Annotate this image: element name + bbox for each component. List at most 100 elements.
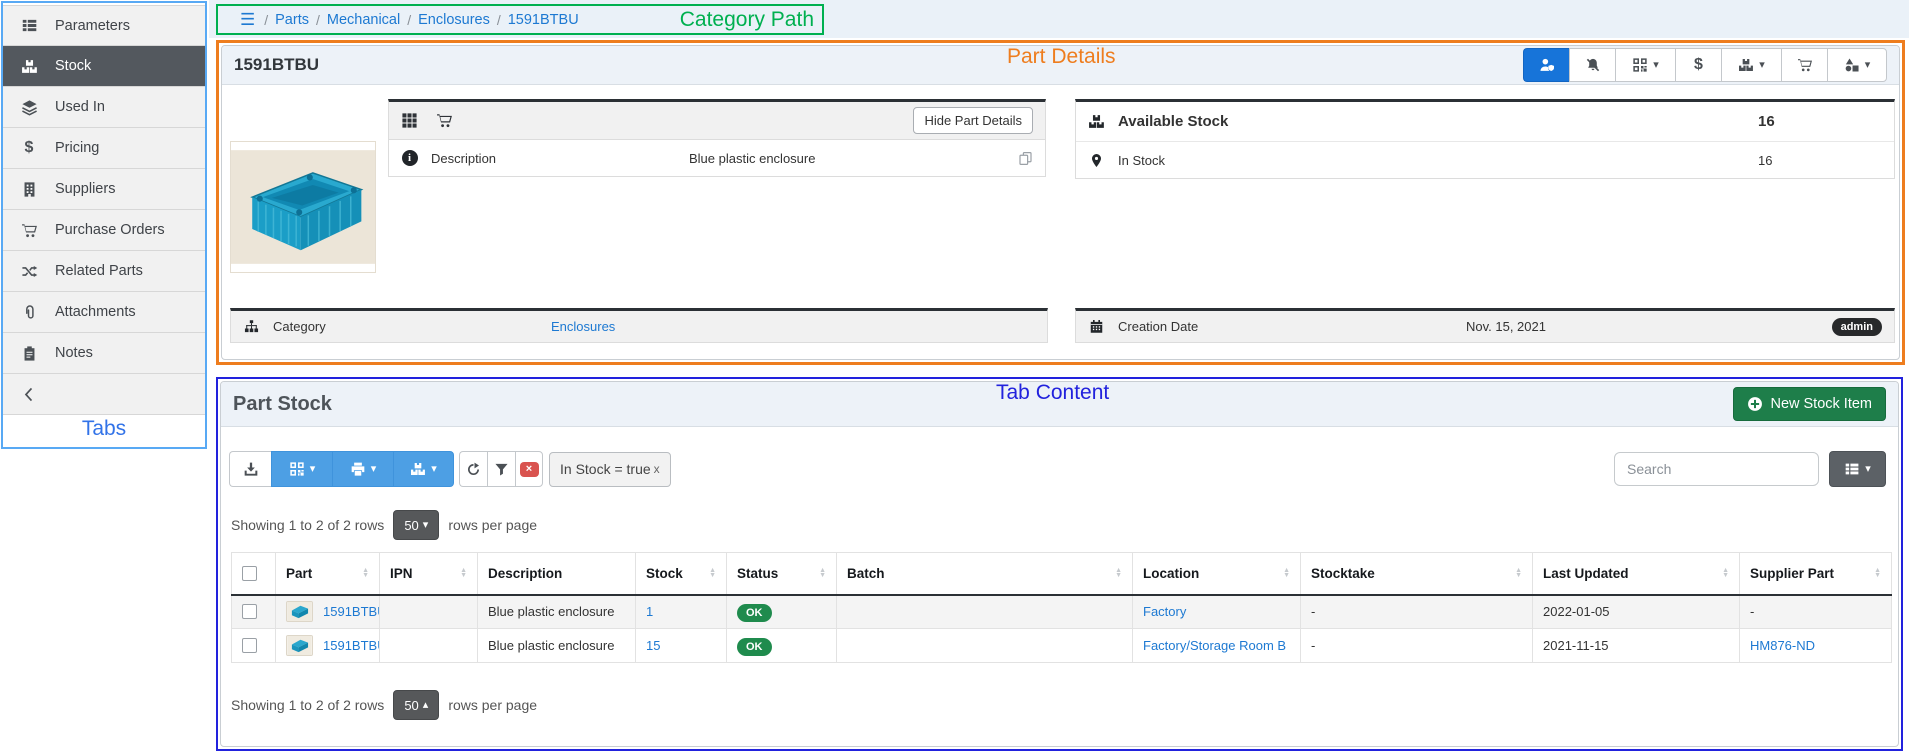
unsubscribe-notifications-button[interactable]: [1569, 48, 1615, 82]
printer-icon: [350, 461, 366, 477]
sidebar-item-stock[interactable]: Stock: [3, 46, 205, 87]
caret-down-icon: ▾: [371, 464, 377, 475]
sidebar-item-suppliers[interactable]: Suppliers: [3, 169, 205, 210]
cart-icon: [1797, 57, 1813, 73]
info-circle-icon: i: [401, 150, 418, 166]
sort-icon: [1515, 568, 1522, 579]
description-cell: Blue plastic enclosure: [478, 595, 636, 629]
sidebar-item-related-parts[interactable]: Related Parts: [3, 251, 205, 292]
location-link[interactable]: Factory: [1143, 604, 1186, 619]
th-list-icon: [3, 17, 55, 34]
sort-icon: [1874, 568, 1881, 579]
category-path-annotation-label: Category Path: [680, 8, 822, 32]
column-header-location[interactable]: Location: [1133, 553, 1301, 595]
available-stock-label: Available Stock: [1118, 113, 1228, 130]
clear-filters-button[interactable]: ×: [515, 451, 543, 487]
column-header-status[interactable]: Status: [727, 553, 837, 595]
sort-icon: [819, 568, 826, 579]
available-stock-value: 16: [1758, 113, 1775, 130]
breadcrumb-link-enclosures[interactable]: Enclosures: [418, 12, 490, 28]
column-header-stocktake[interactable]: Stocktake: [1301, 553, 1533, 595]
sidebar-item-pricing[interactable]: $ Pricing: [3, 128, 205, 169]
last-updated-cell: 2022-01-05: [1533, 595, 1740, 629]
qrcode-icon: [289, 461, 305, 477]
tab-content-annotation-label: Tab Content: [996, 381, 1109, 405]
remove-filter-icon: ×: [520, 462, 539, 477]
dollar-icon: $: [1694, 56, 1703, 74]
row-checkbox[interactable]: [242, 638, 257, 653]
category-link[interactable]: Enclosures: [551, 319, 615, 334]
download-icon: [243, 461, 259, 477]
stock-link[interactable]: 1: [646, 604, 653, 619]
column-header-ipn[interactable]: IPN: [380, 553, 478, 595]
description-row: i Description Blue plastic enclosure: [389, 140, 1045, 176]
paperclip-icon: [3, 304, 55, 321]
sort-icon: [1283, 568, 1290, 579]
sidebar-item-parameters[interactable]: Parameters: [3, 5, 205, 46]
sidebar-item-label: Attachments: [55, 304, 136, 320]
boxes-icon: [1088, 113, 1105, 130]
filter-chip[interactable]: In Stock = true x: [549, 452, 671, 487]
copy-icon[interactable]: [1018, 151, 1033, 166]
page-size-select[interactable]: 50▾: [393, 510, 439, 540]
table-row: 1591BTBU Blue plastic enclosure 1 OK Fac…: [232, 595, 1892, 629]
breadcrumb-separator: /: [407, 12, 411, 28]
part-details-annotation-label: Part Details: [1007, 45, 1116, 69]
column-header-last-updated[interactable]: Last Updated: [1533, 553, 1740, 595]
stock-actions-button[interactable]: ▾: [1721, 48, 1781, 82]
caret-down-icon: ▾: [1759, 60, 1765, 71]
print-actions-button[interactable]: ▾: [332, 451, 393, 487]
row-checkbox[interactable]: [242, 604, 257, 619]
order-part-button[interactable]: [1781, 48, 1827, 82]
refresh-button[interactable]: [459, 451, 487, 487]
breadcrumb-link-mechanical[interactable]: Mechanical: [327, 12, 400, 28]
sidebar-item-label: Notes: [55, 345, 93, 361]
stock-options-button[interactable]: ▾: [393, 451, 454, 487]
sort-icon: [460, 568, 467, 579]
part-link[interactable]: 1591BTBU: [323, 604, 380, 619]
column-header-part[interactable]: Part: [276, 553, 380, 595]
hide-part-details-button[interactable]: Hide Part Details: [913, 107, 1033, 134]
sidebar-item-purchase-orders[interactable]: Purchase Orders: [3, 210, 205, 251]
admin-view-button[interactable]: [1523, 48, 1569, 82]
part-edit-actions-button[interactable]: ▾: [1827, 48, 1887, 82]
breadcrumb-link-part[interactable]: 1591BTBU: [508, 12, 579, 28]
select-all-checkbox[interactable]: [242, 566, 257, 581]
caret-down-icon: ▾: [423, 520, 429, 531]
page-size-select[interactable]: 50▴: [393, 690, 439, 720]
search-input[interactable]: [1614, 452, 1819, 486]
column-header-stock[interactable]: Stock: [636, 553, 727, 595]
stock-link[interactable]: 15: [646, 638, 660, 653]
sidebar-item-attachments[interactable]: Attachments: [3, 292, 205, 333]
sidebar-item-label: Used In: [55, 99, 105, 115]
column-select-button[interactable]: ▾: [1829, 451, 1886, 487]
stocktake-cell: -: [1301, 629, 1533, 663]
part-details-panel: 1591BTBU ▾ $ ▾ ▾: [221, 45, 1900, 360]
barcode-actions-button[interactable]: ▾: [1615, 48, 1675, 82]
part-link[interactable]: 1591BTBU: [323, 638, 380, 653]
filter-button[interactable]: [487, 451, 515, 487]
new-stock-item-button[interactable]: New Stock Item: [1733, 387, 1886, 421]
description-value: Blue plastic enclosure: [689, 151, 815, 166]
qrcode-icon: [1632, 57, 1648, 73]
sidebar-item-notes[interactable]: Notes: [3, 333, 205, 374]
location-link[interactable]: Factory/Storage Room B: [1143, 638, 1286, 653]
calendar-icon: [1088, 319, 1105, 334]
sort-icon: [362, 568, 369, 579]
supplier-part-link[interactable]: HM876-ND: [1750, 638, 1815, 653]
barcode-actions-button[interactable]: ▾: [271, 451, 332, 487]
part-image[interactable]: [230, 141, 376, 273]
column-header-description[interactable]: Description: [478, 553, 636, 595]
hamburger-menu-icon[interactable]: ☰: [240, 10, 255, 30]
caret-down-icon: ▾: [431, 464, 437, 475]
export-data-button[interactable]: [229, 451, 271, 487]
sidebar-item-used-in[interactable]: Used In: [3, 87, 205, 128]
sidebar-item-label: Parameters: [55, 18, 130, 34]
filter-chip-remove[interactable]: x: [654, 462, 660, 476]
column-header-supplier-part[interactable]: Supplier Part: [1740, 553, 1892, 595]
pricing-button[interactable]: $: [1675, 48, 1721, 82]
sidebar-collapse-button[interactable]: [3, 374, 205, 415]
pagination-info-bottom: Showing 1 to 2 of 2 rows 50▴ rows per pa…: [231, 690, 1886, 720]
column-header-batch[interactable]: Batch: [837, 553, 1133, 595]
breadcrumb-link-parts[interactable]: Parts: [275, 12, 309, 28]
